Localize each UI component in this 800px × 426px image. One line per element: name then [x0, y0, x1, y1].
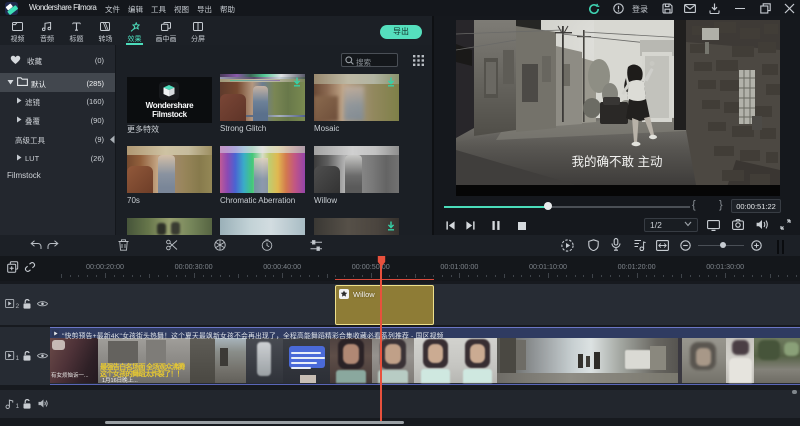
svg-text:我的确不敢 主动: 我的确不敢 主动 [572, 154, 663, 169]
